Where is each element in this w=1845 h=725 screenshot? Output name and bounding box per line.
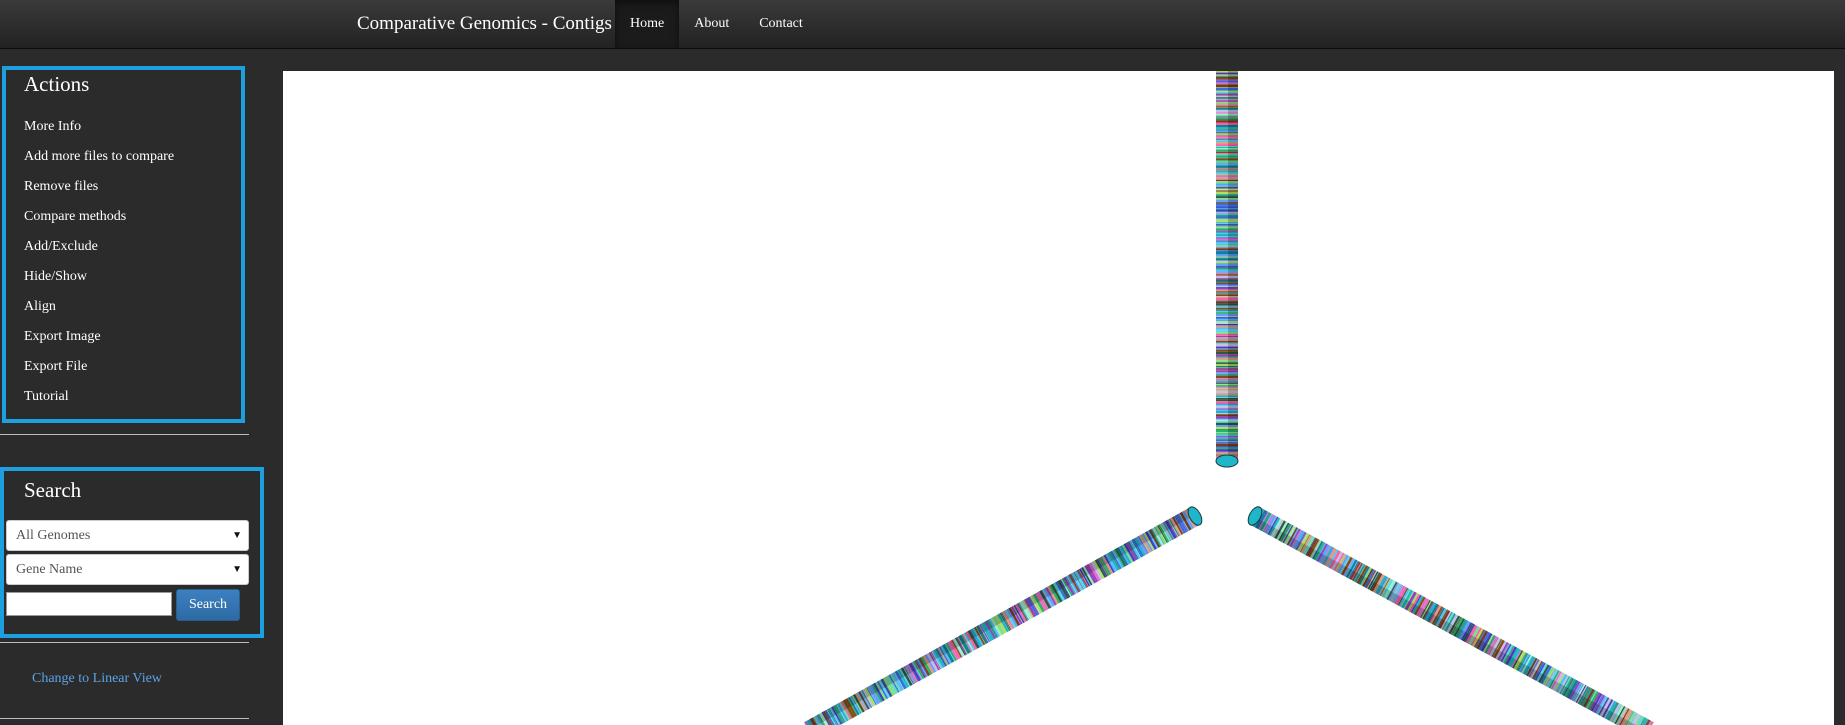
contig-cylinder-right [1247, 506, 1654, 725]
search-title: Search [24, 478, 82, 502]
contig-shading [1228, 71, 1238, 461]
nav-home[interactable]: Home [615, 0, 680, 48]
action-hide-show[interactable]: Hide/Show [24, 269, 87, 285]
contig-cylinder-vertical [1215, 71, 1239, 468]
action-compare-methods[interactable]: Compare methods [24, 209, 126, 225]
contig-cylinders-svg [804, 71, 1654, 725]
nav-contact[interactable]: Contact [744, 0, 818, 48]
search-button[interactable]: Search [176, 589, 240, 621]
sidebar-divider [0, 434, 249, 435]
contig-shading [804, 507, 1195, 725]
action-export-file[interactable]: Export File [24, 359, 87, 375]
sidebar-divider [0, 642, 249, 643]
contig-end-cap [1215, 454, 1239, 468]
main-nav: Home About Contact [615, 0, 818, 48]
chevron-down-icon: ▼ [232, 530, 242, 541]
genome-3d-canvas[interactable] [283, 71, 1834, 725]
search-input[interactable] [6, 592, 172, 616]
contig-cylinder-left [804, 506, 1203, 725]
search-field-select[interactable]: Gene Name ▼ [6, 554, 249, 585]
action-remove-files[interactable]: Remove files [24, 179, 98, 195]
sidebar-divider [0, 718, 249, 719]
genome-select[interactable]: All Genomes ▼ [6, 520, 249, 551]
top-navbar: Comparative Genomics - Contigs Home Abou… [0, 0, 1845, 49]
chevron-down-icon: ▼ [232, 564, 242, 575]
search-field-select-value: Gene Name [16, 562, 83, 577]
action-add-files[interactable]: Add more files to compare [24, 149, 174, 165]
action-align[interactable]: Align [24, 299, 56, 315]
actions-title: Actions [24, 72, 90, 96]
app-title[interactable]: Comparative Genomics - Contigs [357, 13, 612, 35]
action-export-image[interactable]: Export Image [24, 329, 101, 345]
genome-select-value: All Genomes [16, 528, 91, 543]
change-to-linear-view-link[interactable]: Change to Linear View [32, 671, 162, 687]
action-more-info[interactable]: More Info [24, 119, 81, 135]
nav-about[interactable]: About [679, 0, 744, 48]
action-add-exclude[interactable]: Add/Exclude [24, 239, 98, 255]
action-tutorial[interactable]: Tutorial [24, 389, 69, 405]
